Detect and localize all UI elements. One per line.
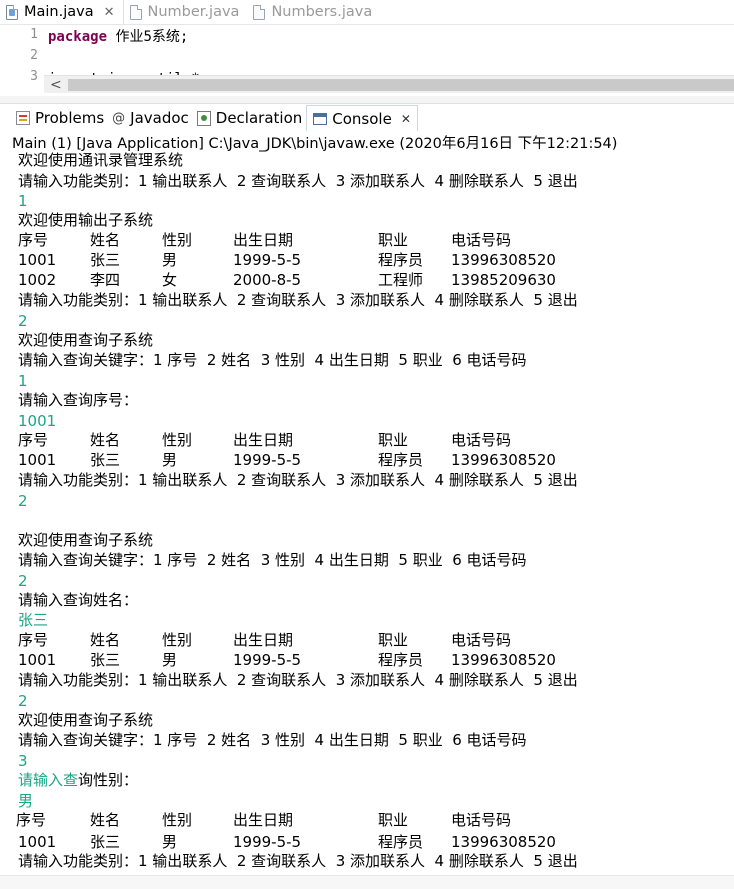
console-line: 请输入功能类别：1 输出联系人 2 查询联系人 3 添加联系人 4 删除联系人 … <box>18 471 578 489</box>
table-row: 1001 张三 男 1999-5-5 程序员 13996308520 <box>18 833 556 851</box>
code-editor[interactable]: 1 package 作业5系统; 2 3 import java.util.*;… <box>0 24 734 96</box>
editor-tab-label: Number.java <box>147 4 240 20</box>
tab-label: Console <box>332 109 392 128</box>
editor-tab-label: Main.java <box>24 4 94 20</box>
console-line: 请输入查询关键字：1 序号 2 姓名 3 性别 4 出生日期 5 职业 6 电话… <box>18 731 527 749</box>
editor-tab-number-java[interactable]: Number.java <box>124 0 248 24</box>
console-line: 请输入查询序号： <box>18 391 139 409</box>
console-user-input: 2 <box>18 312 28 330</box>
table-header-row: 序号 姓名 性别 出生日期 职业 电话号码 <box>18 631 512 649</box>
code-line-1: package 作业5系统; <box>48 27 188 47</box>
console-user-input: 2 <box>18 572 28 590</box>
console-line: 请输入功能类别：1 输出联系人 2 查询联系人 3 添加联系人 4 删除联系人 … <box>18 172 578 190</box>
table-row: 1002 李四 女 2000-8-5 工程师 13985209630 <box>18 271 556 289</box>
console-line: 请输入功能类别：1 输出联系人 2 查询联系人 3 添加联系人 4 删除联系人 … <box>18 291 578 309</box>
console-icon <box>313 112 328 125</box>
console-line: 请输入查询关键字：1 序号 2 姓名 3 性别 4 出生日期 5 职业 6 电话… <box>18 551 527 569</box>
problems-icon <box>16 111 30 125</box>
console-line: 欢迎使用查询子系统 <box>18 531 154 549</box>
console-output[interactable]: 欢迎使用通讯录管理系统 请输入功能类别：1 输出联系人 2 查询联系人 3 添加… <box>0 152 734 875</box>
table-row: 1001 张三 男 1999-5-5 程序员 13996308520 <box>18 451 556 469</box>
scrollbar-thumb[interactable] <box>68 79 734 91</box>
console-line: 欢迎使用查询子系统 <box>18 711 154 729</box>
console-user-input: 1 <box>18 192 28 210</box>
javadoc-icon: @ <box>112 110 126 126</box>
tab-console[interactable]: Console ✕ <box>306 105 418 131</box>
table-header-row: 序号 姓名 性别 出生日期 职业 电话号码 <box>18 431 512 449</box>
prompt-text: 询性别： <box>78 771 139 789</box>
table-header-row: 序号 姓名 性别 出生日期 职业 电话号码 <box>16 811 512 829</box>
close-icon[interactable]: ✕ <box>104 5 115 20</box>
console-line: 请输入功能类别：1 输出联系人 2 查询联系人 3 添加联系人 4 删除联系人 … <box>18 671 578 689</box>
console-line: 请输入查询姓名： <box>18 591 139 609</box>
java-file-icon <box>253 4 266 20</box>
tab-label: Declaration <box>215 109 303 127</box>
horizontal-scrollbar[interactable]: < <box>44 75 734 93</box>
console-line: 欢迎使用查询子系统 <box>18 331 154 349</box>
java-file-icon <box>6 4 18 20</box>
close-icon[interactable]: ✕ <box>401 112 411 126</box>
console-user-input: 2 <box>18 492 28 510</box>
console-user-input: 2 <box>18 692 28 710</box>
line-number: 3 <box>30 69 38 84</box>
tab-declaration[interactable]: Declaration <box>193 105 306 131</box>
console-user-input: 1 <box>18 372 28 390</box>
table-row: 1001 张三 男 1999-5-5 程序员 13996308520 <box>18 251 556 269</box>
scroll-left-icon[interactable]: < <box>50 76 62 94</box>
line-number: 2 <box>30 48 38 63</box>
tab-label: Problems <box>35 109 105 127</box>
console-line: 欢迎使用输出子系统 <box>18 211 154 229</box>
view-tab-bar: Problems @ Javadoc Declaration Console ✕ <box>12 105 734 131</box>
line-number: 1 <box>30 27 38 42</box>
editor-tab-main-java[interactable]: Main.java ✕ <box>0 0 124 24</box>
declaration-icon <box>196 110 211 126</box>
console-line: 欢迎使用通讯录管理系统 <box>18 152 184 169</box>
tab-javadoc[interactable]: @ Javadoc <box>108 105 193 131</box>
console-line: 请输入查询关键字：1 序号 2 姓名 3 性别 4 出生日期 5 职业 6 电话… <box>18 351 527 369</box>
console-user-input: 张三 <box>18 611 49 629</box>
input-echo-text: 请输入查 <box>18 771 79 789</box>
tab-label: Javadoc <box>130 109 189 127</box>
console-line: 请输入功能类别：1 输出联系人 2 查询联系人 3 添加联系人 4 删除联系人 … <box>18 852 578 870</box>
tab-problems[interactable]: Problems <box>12 105 108 131</box>
table-header-row: 序号 姓名 性别 出生日期 职业 电话号码 <box>18 231 512 249</box>
console-user-input: 1001 <box>18 412 57 430</box>
view-divider[interactable] <box>0 96 734 104</box>
console-user-input: 男 <box>18 792 34 810</box>
console-line: 请输入查询性别： <box>18 770 138 790</box>
table-row: 1001 张三 男 1999-5-5 程序员 13996308520 <box>18 651 556 669</box>
editor-tab-label: Numbers.java <box>271 4 373 20</box>
console-bottom-edge <box>0 875 734 889</box>
editor-tab-bar: Main.java ✕ Number.java Numbers.java <box>0 0 734 24</box>
code-keyword: package <box>48 29 108 45</box>
code-text: 作业5系统; <box>107 29 189 45</box>
editor-tab-numbers-java[interactable]: Numbers.java <box>247 0 380 24</box>
console-user-input: 3 <box>18 752 28 770</box>
java-file-icon <box>129 4 142 20</box>
